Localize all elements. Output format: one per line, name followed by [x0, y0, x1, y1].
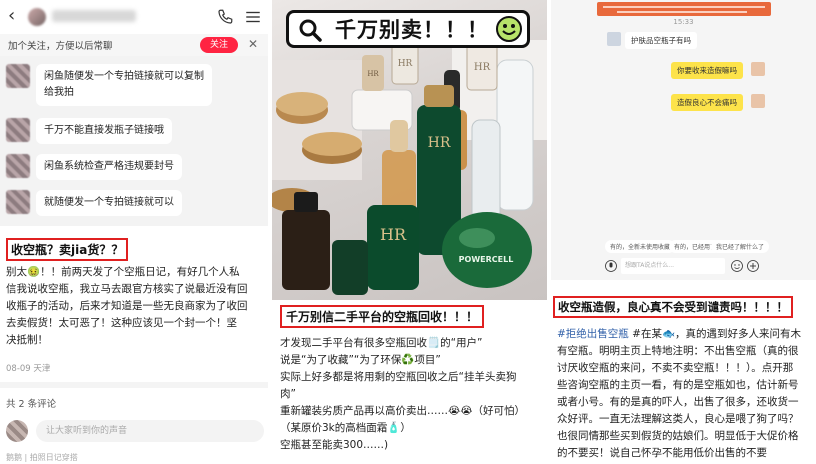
message-bubble: 你要收来造假嘛吗: [671, 62, 743, 79]
note-title: 收空瓶？卖jia货？？: [6, 238, 129, 261]
body-line: （某原价3k的高档面霜🧴）: [280, 422, 411, 434]
close-icon[interactable]: ✕: [248, 37, 258, 51]
bottle-brand: POWERCELL: [459, 255, 514, 264]
bottle-brand: HR: [428, 135, 451, 151]
avatar: [6, 190, 30, 214]
note-body: #拒绝出售空瓶 #在某🐟，真的遇到好多人来问有木 有空瓶。明明主页上特地注明：不…: [557, 326, 813, 462]
body-line: 信我说收空瓶，我立马去跟官方核实了说最近没有回: [6, 283, 248, 295]
message-input[interactable]: 想跟TA说点什么...: [621, 258, 725, 274]
body-line: 说是“为了收藏”“为了环保♻️项目”: [280, 354, 441, 366]
message-bubble: 闲鱼随便发一个专拍链接就可以复制 给我拍: [36, 64, 212, 106]
smile-icon: [496, 16, 522, 42]
top-bar: ‹: [0, 0, 268, 34]
body-text: #在某🐟，真的遇到好多人来问有木: [628, 328, 802, 340]
headline-banner: 千万别卖！！！: [286, 10, 530, 48]
comment-input[interactable]: 让大家听到你的声音: [36, 420, 264, 442]
panel-chat-note-2: 15:33 护肤品空瓶子有吗 你要收来造假嘛吗 造假良心不会痛吗 有的，全新未使…: [551, 0, 816, 464]
avatar: [6, 154, 30, 178]
body-line: #拒绝出售空瓶 #在某🐟，真的遇到好多人来问有木: [557, 326, 813, 343]
avatar[interactable]: [28, 8, 46, 26]
body-line: 重新罐装劣质产品再以高价卖出……😭😭（好可怕）: [280, 405, 526, 417]
panel-photo-note: HR HR POWERCELL HR HR HR 千万别卖！！！ 千万别信二手平…: [272, 0, 547, 464]
note-title: 收空瓶造假，良心真不会受到谴责吗！！！！: [553, 296, 793, 318]
message-bubble: 护肤品空瓶子有吗: [625, 32, 697, 49]
plus-icon[interactable]: [747, 260, 759, 272]
avatar: [607, 32, 621, 46]
note-title: 千万别信二手平台的空瓶回收！！！: [280, 305, 485, 328]
username-blurred: [52, 10, 136, 22]
back-icon[interactable]: ‹: [8, 7, 20, 25]
message-bubble: 千万不能直接发瓶子链接哦: [36, 118, 172, 144]
body-line: 些咨询空瓶的主页一看，有的是空瓶如也，估计新号: [557, 379, 799, 391]
avatar: [6, 420, 28, 442]
bottles-photo: HR HR POWERCELL HR HR HR 千万别卖！！！: [272, 0, 547, 300]
message-bubble: 就随便发一个专拍链接就可以: [36, 190, 182, 216]
bottle-brand: HR: [398, 59, 413, 69]
bottle-brand: HR: [474, 62, 491, 73]
message-text: 闲鱼随便发一个专拍链接就可以复制: [44, 71, 204, 82]
message-bubble: 造假良心不会痛吗: [671, 94, 743, 111]
body-line: 空瓶甚至能卖300……): [280, 439, 389, 451]
message-bubble: 闲鱼系统检查严格违规要封号: [36, 154, 182, 180]
notice-text-line: [603, 6, 765, 8]
follow-bar: 加个关注，方便以后常聊 关注 ✕: [0, 34, 268, 56]
follow-button[interactable]: 关注: [200, 37, 238, 53]
body-line: 收瓶子的活动，后来才知道是一些无良商家为了收回: [6, 300, 248, 312]
follow-hint: 加个关注，方便以后常聊: [8, 41, 113, 52]
chat-area: 闲鱼随便发一个专拍链接就可以复制 给我拍 千万不能直接发瓶子链接哦 闲鱼系统检查…: [0, 56, 268, 226]
body-line: 或者小号。有的是真的吓人，出售了很多，还收货一: [557, 396, 799, 408]
note-body: 别太🤢！！前两天发了个空瓶日记，有好几个人私 信我说收空瓶，我立马去跟官方核实了…: [6, 264, 262, 349]
avatar: [751, 94, 765, 108]
search-icon: [299, 19, 322, 42]
divider: [0, 382, 268, 388]
body-line: 的不要买！说自己怀孕不能用低价出售的不要: [557, 447, 767, 459]
body-line: 去卖假货！太可恶了！这种应该见一个封一个！坚: [6, 317, 237, 329]
chat-screenshot: 15:33 护肤品空瓶子有吗 你要收来造假嘛吗 造假良心不会痛吗 有的，全新未使…: [551, 0, 816, 280]
bottle-brand: HR: [367, 70, 379, 78]
hashtag-link[interactable]: #拒绝出售空瓶: [557, 328, 629, 340]
body-line: 别太🤢！！前两天发了个空瓶日记，有好几个人私: [6, 266, 240, 278]
more-icon[interactable]: [244, 9, 262, 25]
body-line: 讨厌收空瓶的来问，不卖不卖空瓶！！！）。点开那: [557, 362, 794, 374]
comment-count: 共 2 条评论: [6, 399, 57, 410]
quick-reply[interactable]: 有的，全新未使用收藏: [605, 240, 676, 253]
notice-text-line: [617, 11, 747, 13]
message-text: 给我拍: [44, 87, 74, 98]
bottle-brand: HR: [380, 225, 407, 244]
body-line: 决抵制！: [6, 334, 48, 346]
bottom-text: 鹅鹅 | 拍照日记穿搭: [6, 453, 78, 462]
input-bar: 想跟TA说点什么...: [551, 254, 816, 280]
quick-reply[interactable]: 我已经了解什么了: [711, 240, 770, 253]
avatar: [6, 118, 30, 142]
body-line: 肉”: [280, 388, 296, 400]
chat-time: 15:33: [673, 18, 694, 26]
system-notice-banner: [597, 2, 771, 16]
banner-text: 千万别卖！！！: [335, 18, 489, 42]
post-meta: 08-09 天津: [6, 364, 51, 374]
phone-icon[interactable]: [216, 8, 234, 26]
comment-row: 让大家听到你的声音: [6, 418, 264, 444]
avatar: [6, 64, 30, 88]
avatar: [751, 62, 765, 76]
body-line: 实际上好多都是将用剩的空瓶回收之后“挂羊头卖狗: [280, 371, 517, 383]
emoji-icon[interactable]: [731, 260, 743, 272]
body-line: 众好评。一直无法理解这类人，良心是喂了狗了吗？: [557, 413, 799, 425]
panel-chat-note-1: ‹ 加个关注，方便以后常聊 关注 ✕ 闲鱼随便发一个专拍链接就可以复制 给我拍 …: [0, 0, 268, 464]
body-line: 有空瓶。明明主页上特地注明：不出售空瓶（真的很: [557, 345, 799, 357]
note-body: 才发现二手平台有很多空瓶回收🗒️的“用户” 说是“为了收藏”“为了环保♻️项目”…: [280, 335, 542, 454]
microphone-icon[interactable]: [605, 260, 617, 272]
body-line: 也很同情那些买到假货的姑娘们。明显低于大促价格: [557, 430, 799, 442]
body-line: 才发现二手平台有很多空瓶回收🗒️的“用户”: [280, 337, 483, 349]
